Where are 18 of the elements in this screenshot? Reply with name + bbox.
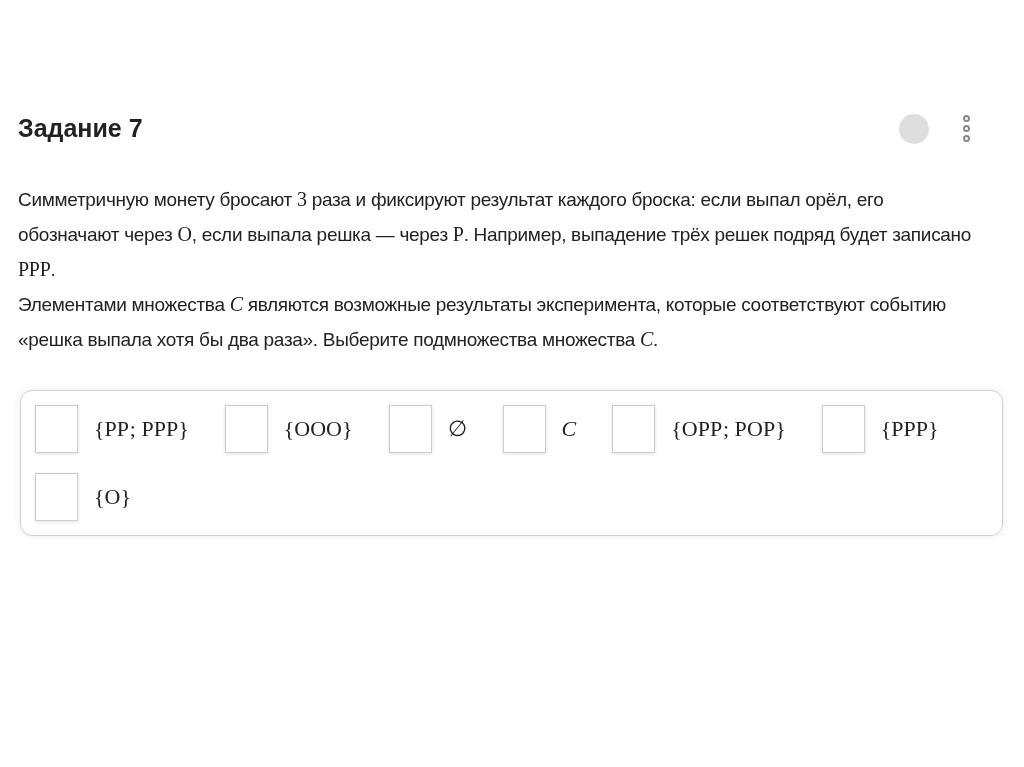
- option-label: {РРР}: [880, 415, 939, 443]
- checkbox[interactable]: [821, 404, 865, 453]
- option-label: {О}: [94, 483, 131, 511]
- more-menu-icon[interactable]: [963, 115, 970, 143]
- option-label: {ООО}: [283, 415, 353, 443]
- checkbox[interactable]: [35, 472, 78, 521]
- option-label: ∅: [447, 415, 467, 443]
- task-title: Задание 7: [18, 113, 143, 144]
- option-label: {РР; РРР}: [94, 415, 189, 443]
- option-label: C: [561, 415, 577, 443]
- checkbox[interactable]: [35, 404, 78, 453]
- checkbox[interactable]: [224, 404, 268, 453]
- checkbox[interactable]: [388, 404, 432, 453]
- task-paragraph: Симметричную монету бросают 3 раза и фиксируют результат каждого броска: если выпал орёл, его обозначают через О, если выпала решка — через Р. Например, выпадение трёх решек подряд будет записано РРР.: [18, 186, 973, 282]
- checkbox[interactable]: [502, 404, 546, 453]
- task-paragraph: Элементами множества C являются возможные результаты эксперимента, которые соответствуют событию «решка выпала хотя бы два раза». Выберите подмножества множества C.: [18, 291, 947, 352]
- checkbox[interactable]: [612, 404, 656, 453]
- option-label: {ОРР; РОР}: [671, 415, 786, 443]
